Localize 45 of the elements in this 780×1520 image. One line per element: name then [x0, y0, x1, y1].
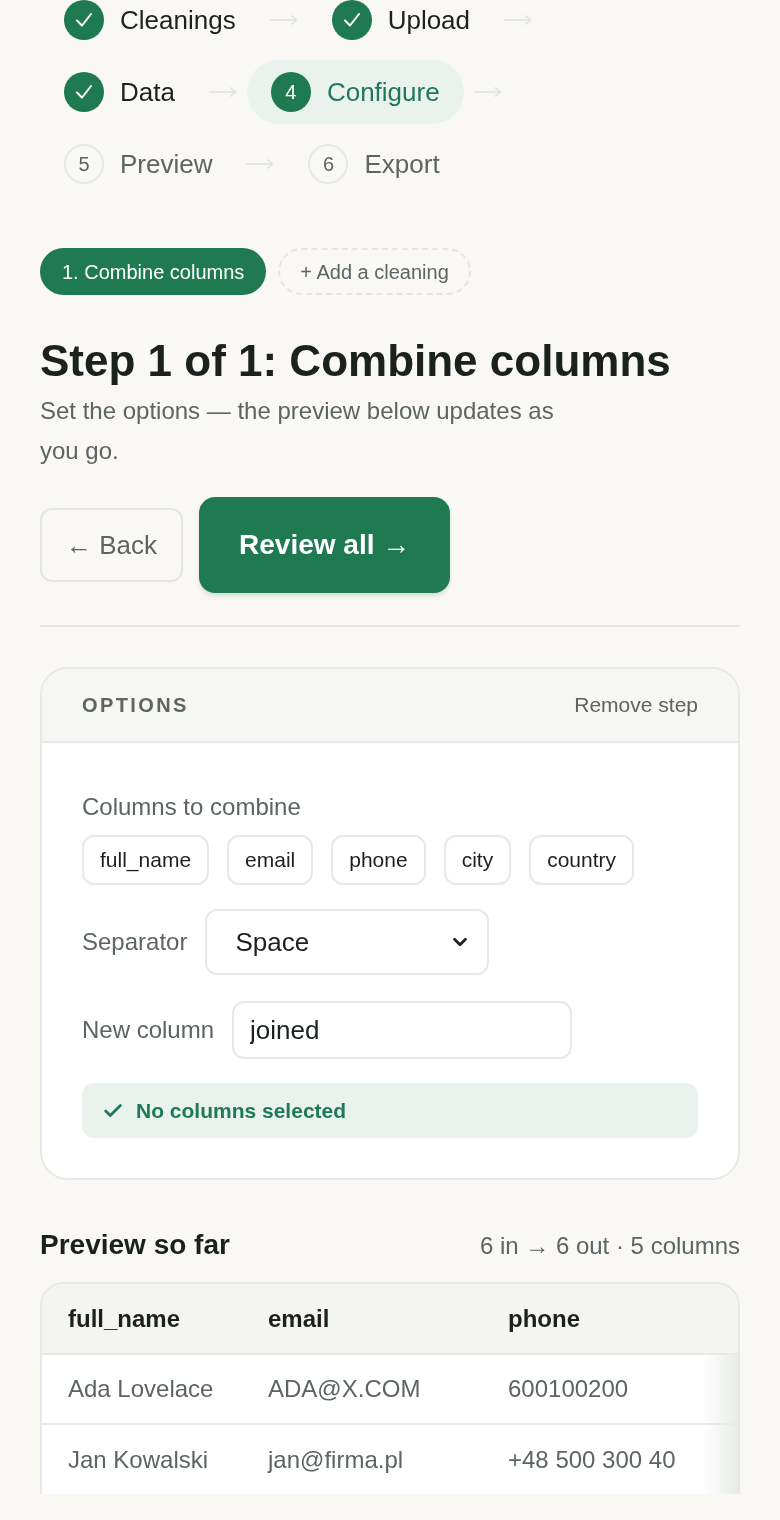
- preview-title: Preview so far: [40, 1228, 230, 1262]
- step-label: Configure: [326, 76, 440, 109]
- new-column-input[interactable]: joined: [232, 1001, 573, 1059]
- column-header: email: [242, 1284, 482, 1354]
- new-column-label: New column: [82, 1015, 215, 1045]
- review-all-button[interactable]: Review all →: [199, 497, 451, 593]
- table-cell: ADA@X.COM: [242, 1354, 482, 1424]
- column-chip[interactable]: phone: [331, 835, 426, 885]
- column-chip[interactable]: city: [443, 835, 512, 885]
- remove-step-link[interactable]: Remove step: [574, 689, 698, 721]
- step-label[interactable]: Preview: [120, 144, 213, 184]
- cleaning-tab[interactable]: 1. Combine columns: [40, 248, 267, 295]
- current-step-pill[interactable]: 4 Configure: [246, 60, 464, 124]
- column-chip[interactable]: full_name: [82, 835, 210, 885]
- step-number: 4: [270, 72, 311, 112]
- arrow-right-icon: [504, 14, 533, 26]
- page-subtitle: Set the options — the preview below updates as you go.: [40, 396, 555, 466]
- arrow-right-icon: [246, 158, 275, 170]
- preview-summary: 6 in → 6 out · 5 columns: [479, 1231, 740, 1261]
- arrow-right-icon: [473, 86, 502, 98]
- table-cell: Ada Lovelace: [42, 1354, 242, 1424]
- column-chip[interactable]: email: [227, 835, 314, 885]
- column-chip[interactable]: country: [529, 835, 635, 885]
- step-label[interactable]: Cleanings: [120, 0, 236, 40]
- status-message: No columns selected: [136, 1097, 347, 1124]
- separator-label: Separator: [82, 927, 188, 957]
- table-cell: Jan Kowalski: [42, 1424, 242, 1494]
- column-header: phone: [482, 1284, 738, 1354]
- add-cleaning-button[interactable]: + Add a cleaning: [278, 248, 471, 295]
- step-label[interactable]: Export: [364, 144, 440, 184]
- step-label[interactable]: Upload: [387, 0, 471, 40]
- arrow-right-icon: [208, 86, 237, 98]
- step-number: 5: [64, 144, 104, 184]
- table-cell: jan@firma.pl: [242, 1424, 482, 1494]
- table-cell: 600100200: [482, 1354, 738, 1424]
- page-heading: Step 1 of 1: Combine columns: [40, 335, 672, 387]
- table-cell: +48 500 300 40: [482, 1424, 738, 1494]
- step-number: 6: [308, 144, 349, 184]
- arrow-right-icon: [269, 14, 298, 26]
- step-label[interactable]: Data: [120, 72, 175, 112]
- columns-label: Columns to combine: [82, 792, 302, 822]
- options-title: OPTIONS: [82, 693, 189, 718]
- separator-select[interactable]: Space: [205, 909, 490, 975]
- column-header: full_name: [42, 1284, 242, 1354]
- back-button[interactable]: ← Back: [40, 508, 184, 582]
